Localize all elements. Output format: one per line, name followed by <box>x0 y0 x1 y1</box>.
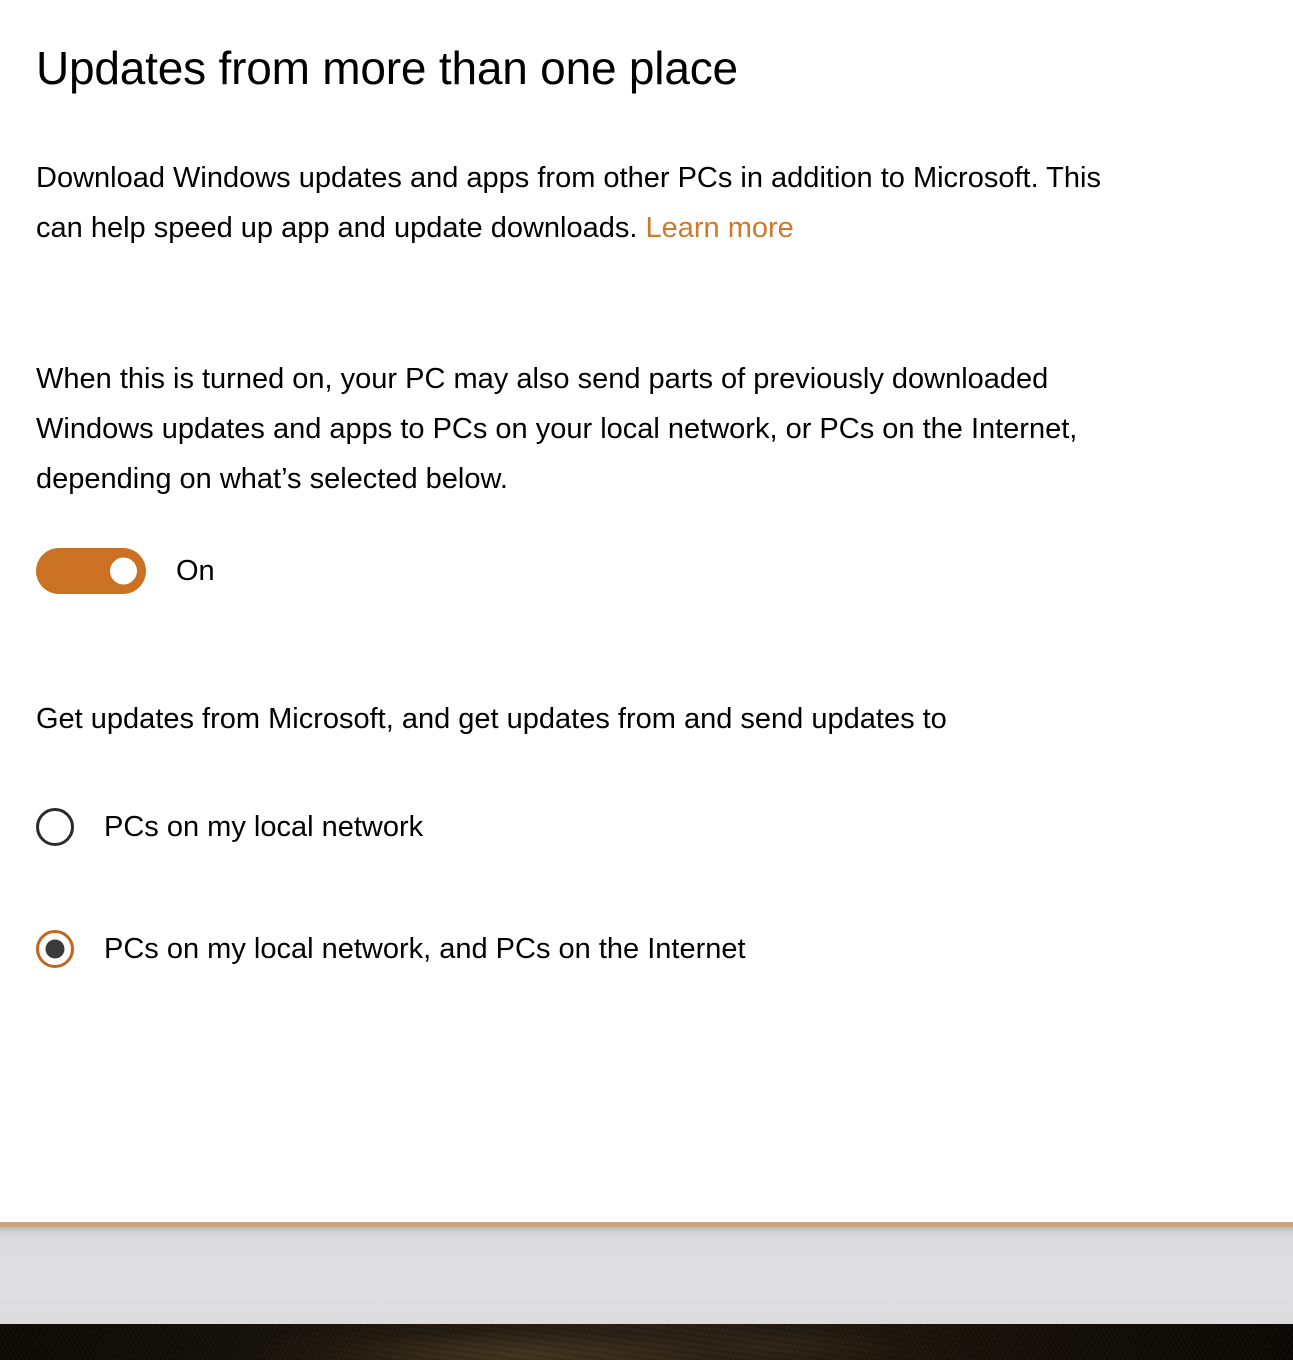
radio-checked-icon[interactable] <box>36 930 74 968</box>
description-lead-text: Download Windows updates and apps from o… <box>36 162 1101 244</box>
wallpaper-texture <box>0 1324 1293 1360</box>
toggle-knob-icon <box>110 557 137 585</box>
description-lead-paragraph: Download Windows updates and apps from o… <box>36 153 1136 253</box>
radio-unchecked-icon[interactable] <box>36 808 74 846</box>
toggle-state-label: On <box>176 555 215 587</box>
desktop-wallpaper-strip <box>0 1324 1293 1360</box>
radio-dot-icon <box>45 939 65 959</box>
learn-more-link[interactable]: Learn more <box>646 212 794 244</box>
taskbar[interactable] <box>0 1227 1293 1324</box>
description-detail-paragraph: When this is turned on, your PC may also… <box>36 363 1078 495</box>
delivery-optimization-toggle[interactable] <box>36 548 146 594</box>
radio-option-label: PCs on my local network, and PCs on the … <box>104 933 746 965</box>
radio-option-label: PCs on my local network <box>104 811 424 843</box>
options-prompt-label: Get updates from Microsoft, and get upda… <box>36 703 947 735</box>
radio-option-local-network[interactable]: PCs on my local network <box>36 808 423 846</box>
settings-detail-pane: Updates from more than one place Downloa… <box>0 0 1293 1222</box>
radio-option-local-and-internet[interactable]: PCs on my local network, and PCs on the … <box>36 930 746 968</box>
screen-root: Updates from more than one place Downloa… <box>0 0 1293 1360</box>
page-title: Updates from more than one place <box>36 41 738 94</box>
delivery-optimization-toggle-row[interactable]: On <box>36 548 215 594</box>
